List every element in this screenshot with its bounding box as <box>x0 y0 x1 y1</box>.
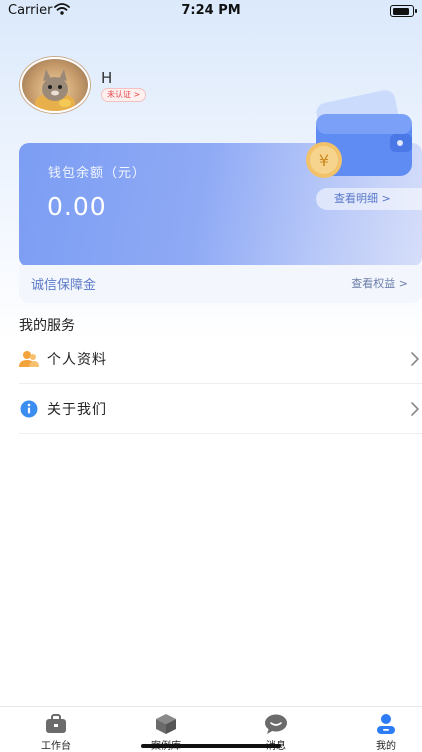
service-item-about[interactable]: 关于我们 <box>19 384 422 434</box>
box-icon <box>156 714 176 734</box>
services-section-title: 我的服务 <box>19 318 75 334</box>
status-bar: Carrier 7:24 PM <box>0 0 422 22</box>
yuan-coin-icon: ¥ <box>306 142 342 178</box>
home-indicator <box>141 744 281 748</box>
chevron-right-icon <box>411 402 420 416</box>
user-name: H <box>101 69 113 87</box>
service-item-label: 个人资料 <box>47 352 107 368</box>
service-item-profile[interactable]: 个人资料 <box>19 334 422 384</box>
person-icon <box>19 351 39 367</box>
view-rights-link[interactable]: 查看权益 > <box>351 275 408 291</box>
wallet-balance-amount: 0.00 <box>47 192 107 221</box>
wallet-balance-label: 钱包余额（元） <box>48 166 147 181</box>
wallet-illustration-icon: ¥ <box>306 90 412 178</box>
avatar[interactable] <box>20 57 90 113</box>
service-item-label: 关于我们 <box>47 402 107 418</box>
tab-mine[interactable]: 我的 <box>356 707 416 752</box>
tab-workbench[interactable]: 工作台 <box>26 707 86 752</box>
svg-text:¥: ¥ <box>319 151 329 170</box>
chat-icon <box>265 714 287 734</box>
guarantee-row[interactable]: 诚信保障金 查看权益 > <box>19 265 422 303</box>
view-detail-button[interactable]: 查看明细 > <box>316 188 422 210</box>
chevron-right-icon <box>411 352 420 366</box>
briefcase-icon <box>46 714 66 733</box>
verify-status-badge[interactable]: 未认证 > <box>101 88 147 102</box>
battery-icon <box>390 5 417 17</box>
battery-fill <box>392 7 409 15</box>
status-time: 7:24 PM <box>181 3 241 18</box>
info-icon <box>20 400 38 418</box>
cat-avatar-image <box>35 69 75 111</box>
guarantee-label: 诚信保障金 <box>31 278 97 293</box>
user-icon <box>377 714 395 734</box>
